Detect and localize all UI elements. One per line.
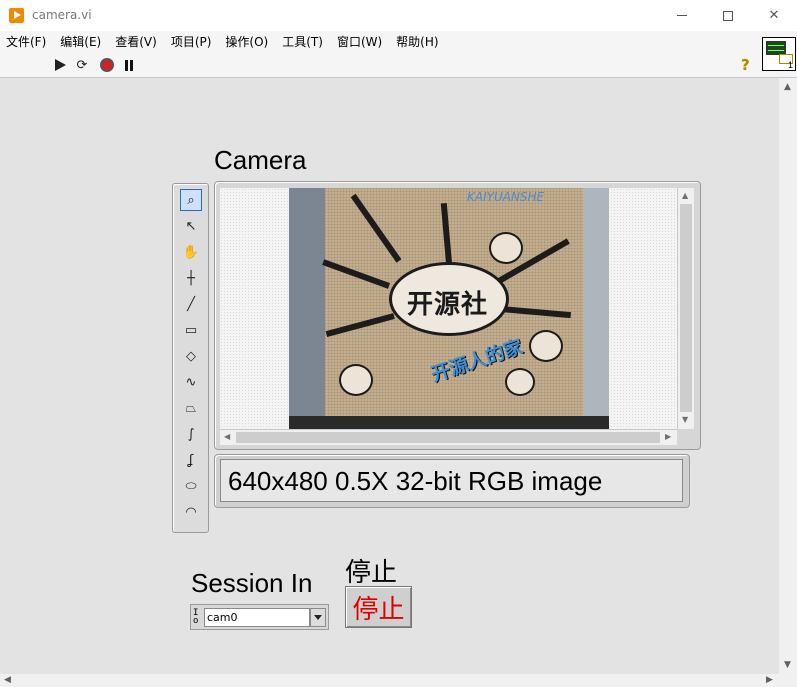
image-info-text: 640x480 0.5X 32-bit RGB image (228, 466, 603, 496)
photo-logo-text: 开源社 (407, 290, 489, 320)
menu-file[interactable]: 文件(F) (0, 33, 53, 50)
camera-label: Camera (214, 145, 307, 175)
io-name-icon: Io (193, 608, 199, 626)
annulus-icon[interactable]: ◠ (180, 501, 202, 523)
image-vscroll-thumb[interactable] (680, 204, 692, 412)
scrollbar-corner (779, 674, 797, 687)
toolbar: ⟳ (0, 52, 797, 78)
vi-connector-icon[interactable]: 1 (762, 37, 796, 71)
vi-icon-number: 1 (787, 60, 793, 70)
scroll-right-icon[interactable]: ▶ (665, 432, 671, 441)
menu-project[interactable]: 项目(P) (164, 33, 219, 50)
menu-operate[interactable]: 操作(O) (218, 33, 275, 50)
oval-icon[interactable]: ⬭ (180, 475, 202, 497)
panel-horizontal-scrollbar[interactable]: ◀ ▶ (0, 674, 779, 687)
menu-help[interactable]: 帮助(H) (389, 33, 445, 50)
panel-scroll-left-icon[interactable]: ◀ (4, 675, 11, 685)
line-icon[interactable]: ╱ (180, 293, 202, 315)
image-tool-palette: ⌕ ↖ ✋ ┼ ╱ ▭ ◇ ∿ ⏢ ∫ ʆ ⬭ ◠ (172, 183, 209, 533)
freehand-region-icon[interactable]: ʆ (180, 449, 202, 471)
scroll-up-icon[interactable]: ▲ (682, 191, 688, 200)
context-help-icon[interactable]: ? (741, 56, 750, 74)
stop-button[interactable]: 停止 (345, 586, 412, 628)
image-display[interactable]: 开源社 开源人的家 KAIYUANSHE (220, 188, 677, 429)
menu-view[interactable]: 查看(V) (108, 33, 164, 50)
stop-label: 停止 (345, 558, 398, 588)
session-in-label: Session In (191, 568, 313, 598)
minimize-icon (677, 15, 687, 16)
menu-bar: 文件(F) 编辑(E) 查看(V) 项目(P) 操作(O) 工具(T) 窗口(W… (0, 31, 797, 52)
pointer-icon[interactable]: ↖ (180, 215, 202, 237)
pan-icon[interactable]: ✋ (180, 241, 202, 263)
polyline-icon[interactable]: ∿ (180, 371, 202, 393)
window-title: camera.vi (32, 8, 92, 22)
panel-scroll-up-icon[interactable]: ▲ (784, 82, 791, 92)
scroll-down-icon[interactable]: ▼ (682, 415, 688, 424)
image-vertical-scrollbar[interactable]: ▲ ▼ (677, 188, 694, 429)
panel-vertical-scrollbar[interactable]: ▲ ▼ (779, 78, 797, 674)
freehand-line-icon[interactable]: ∫ (180, 423, 202, 445)
photo-top-text: KAIYUANSHE (467, 190, 545, 204)
pause-icon[interactable] (121, 57, 137, 73)
close-icon: ✕ (768, 8, 780, 23)
close-button[interactable]: ✕ (751, 0, 797, 31)
menu-tools[interactable]: 工具(T) (275, 33, 330, 50)
minimize-button[interactable] (659, 0, 705, 31)
rotated-rectangle-icon[interactable]: ◇ (180, 345, 202, 367)
scroll-left-icon[interactable]: ◀ (224, 432, 230, 441)
zoom-icon[interactable]: ⌕ (180, 189, 202, 211)
point-icon[interactable]: ┼ (180, 267, 202, 289)
image-horizontal-scrollbar[interactable]: ◀ ▶ (220, 429, 677, 445)
menu-window[interactable]: 窗口(W) (330, 33, 389, 50)
abort-icon[interactable] (99, 57, 115, 73)
panel-scroll-down-icon[interactable]: ▼ (784, 660, 791, 670)
camera-image: 开源社 开源人的家 KAIYUANSHE (289, 188, 609, 429)
menu-edit[interactable]: 编辑(E) (53, 33, 108, 50)
run-arrow-icon[interactable] (52, 57, 68, 73)
rectangle-icon[interactable]: ▭ (180, 319, 202, 341)
session-dropdown-button[interactable] (310, 608, 326, 627)
title-bar: camera.vi ✕ (0, 0, 797, 31)
chevron-down-icon (314, 615, 322, 620)
labview-vi-icon (9, 8, 24, 23)
polygon-icon[interactable]: ⏢ (180, 397, 202, 419)
image-hscroll-thumb[interactable] (236, 432, 660, 443)
panel-scroll-right-icon[interactable]: ▶ (766, 675, 773, 685)
run-continuously-icon[interactable]: ⟳ (74, 57, 90, 73)
maximize-button[interactable] (705, 0, 751, 31)
maximize-icon (723, 10, 733, 21)
session-in-field[interactable]: cam0 (204, 608, 310, 627)
